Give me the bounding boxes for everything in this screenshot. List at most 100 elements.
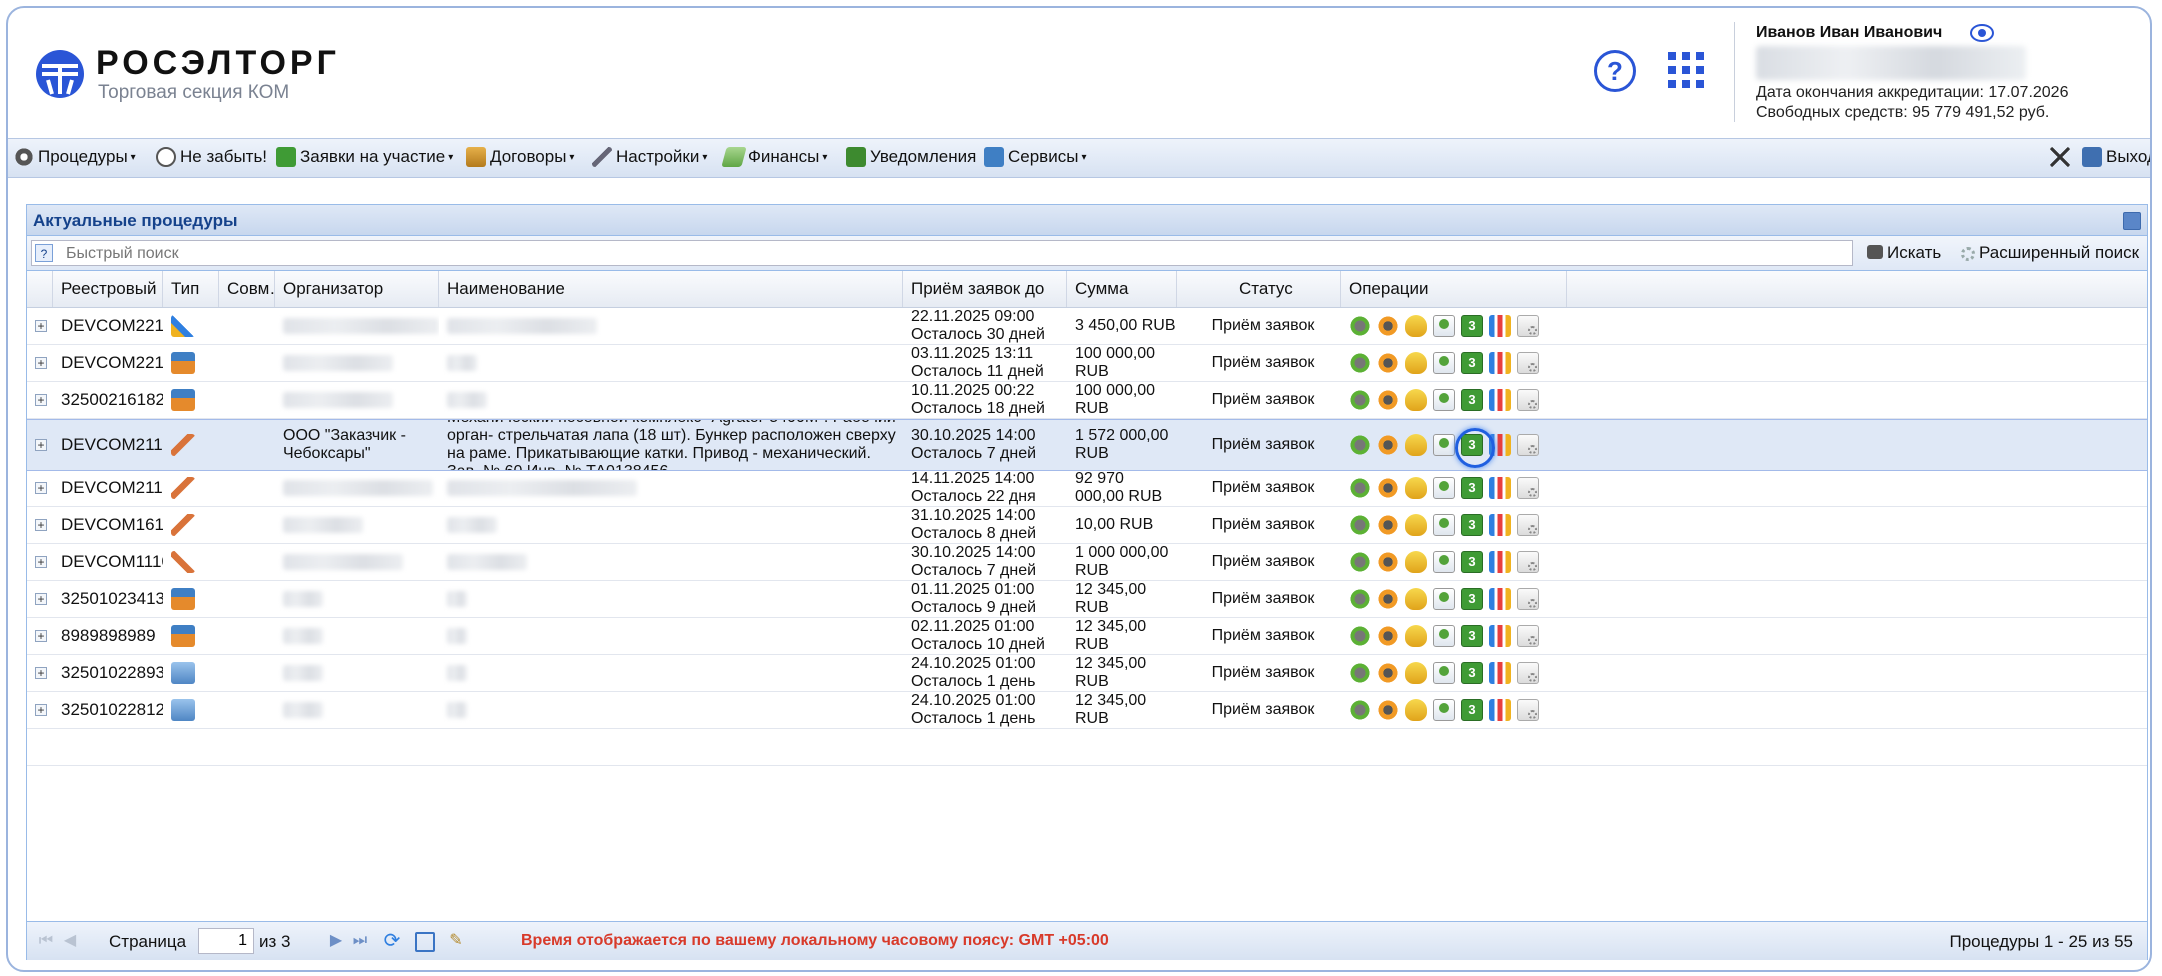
view-settings-icon[interactable]: [1349, 699, 1371, 721]
manage-icon[interactable]: [1377, 477, 1399, 499]
help-button[interactable]: ?: [1594, 50, 1636, 92]
search-button[interactable]: Искать: [1867, 243, 1941, 263]
menu-applications[interactable]: Заявки на участие ▾: [276, 147, 453, 167]
quick-search-input[interactable]: ? Быстрый поиск: [31, 240, 1853, 266]
view-settings-icon[interactable]: [1349, 662, 1371, 684]
view-settings-icon[interactable]: [1349, 625, 1371, 647]
apply-coins-icon[interactable]: [1405, 389, 1427, 411]
manage-icon[interactable]: [1377, 315, 1399, 337]
menu-procedures[interactable]: Процедуры ▾: [14, 147, 136, 167]
apply-coins-icon[interactable]: [1405, 662, 1427, 684]
statistics-icon[interactable]: [1489, 662, 1511, 684]
expand-row-icon[interactable]: +: [35, 556, 47, 568]
print-settings-icon[interactable]: [1517, 588, 1539, 610]
manage-icon[interactable]: [1377, 625, 1399, 647]
view-settings-icon[interactable]: [1349, 315, 1371, 337]
menu-contracts[interactable]: Договоры ▾: [466, 147, 574, 167]
next-page-icon[interactable]: ▶: [327, 932, 345, 950]
statistics-icon[interactable]: [1489, 588, 1511, 610]
manage-icon[interactable]: [1377, 514, 1399, 536]
brush-icon[interactable]: ✎: [447, 932, 465, 950]
manage-icon[interactable]: [1377, 551, 1399, 573]
application-doc-icon[interactable]: 3: [1461, 514, 1483, 536]
apps-grid-button[interactable]: [1668, 52, 1704, 88]
col-name[interactable]: Наименование: [439, 271, 903, 307]
application-doc-icon[interactable]: 3: [1461, 389, 1483, 411]
application-doc-icon[interactable]: 3: [1461, 477, 1483, 499]
view-settings-icon[interactable]: [1349, 551, 1371, 573]
print-settings-icon[interactable]: [1517, 514, 1539, 536]
view-settings-icon[interactable]: [1349, 477, 1371, 499]
col-joint[interactable]: Совм…: [219, 271, 275, 307]
manage-icon[interactable]: [1377, 699, 1399, 721]
expand-row-icon[interactable]: +: [35, 357, 47, 369]
apply-coins-icon[interactable]: [1405, 551, 1427, 573]
view-settings-icon[interactable]: [1349, 434, 1371, 456]
table-row[interactable]: + DEVCOM22102… 03.11.2025 13:11Осталось 11…: [27, 345, 2147, 382]
manage-icon[interactable]: [1377, 588, 1399, 610]
apply-coins-icon[interactable]: [1405, 588, 1427, 610]
last-page-icon[interactable]: ⏭: [351, 932, 369, 950]
table-row[interactable]: + DEVCOM22102… 22.11.2025 09:00Осталось 30…: [27, 308, 2147, 345]
table-row[interactable]: + DEVCOM11102… 30.10.2025 14:00Осталось 7 …: [27, 544, 2147, 581]
envelope-icon[interactable]: [1433, 315, 1455, 337]
table-row[interactable]: + DEVCOM16102… 31.10.2025 14:00Осталось 8 …: [27, 507, 2147, 544]
manage-icon[interactable]: [1377, 662, 1399, 684]
statistics-icon[interactable]: [1489, 699, 1511, 721]
statistics-icon[interactable]: [1489, 514, 1511, 536]
print-settings-icon[interactable]: [1517, 389, 1539, 411]
menu-settings[interactable]: Настройки ▾: [592, 147, 707, 167]
view-settings-icon[interactable]: [1349, 352, 1371, 374]
print-settings-icon[interactable]: [1517, 352, 1539, 374]
expand-row-icon[interactable]: +: [35, 593, 47, 605]
statistics-icon[interactable]: [1489, 625, 1511, 647]
envelope-icon[interactable]: [1433, 588, 1455, 610]
view-settings-icon[interactable]: [1349, 588, 1371, 610]
statistics-icon[interactable]: [1489, 352, 1511, 374]
menu-finance[interactable]: Финансы ▾: [721, 147, 827, 167]
table-row[interactable]: [27, 729, 2147, 766]
view-settings-icon[interactable]: [1349, 389, 1371, 411]
application-doc-icon[interactable]: 3: [1461, 588, 1483, 610]
col-status[interactable]: Статус: [1177, 271, 1341, 307]
expand-row-icon[interactable]: +: [35, 519, 47, 531]
apply-coins-icon[interactable]: [1405, 315, 1427, 337]
envelope-icon[interactable]: [1433, 352, 1455, 374]
apply-coins-icon[interactable]: [1405, 625, 1427, 647]
statistics-icon[interactable]: [1489, 389, 1511, 411]
col-type[interactable]: Тип: [163, 271, 219, 307]
table-row[interactable]: +8989898989 02.11.2025 01:00 Осталось 10 д…: [27, 618, 2147, 655]
collapse-button[interactable]: [2050, 147, 2074, 167]
eye-icon[interactable]: [1970, 24, 1994, 42]
advanced-search-button[interactable]: Расширенный поиск: [1961, 243, 2139, 263]
print-settings-icon[interactable]: [1517, 625, 1539, 647]
envelope-icon[interactable]: [1433, 699, 1455, 721]
prev-page-icon[interactable]: ◀: [61, 932, 79, 950]
application-doc-icon[interactable]: 3: [1461, 625, 1483, 647]
table-row[interactable]: +32501022893 24.10.2025 01:00 Осталось 1 д…: [27, 655, 2147, 692]
expand-row-icon[interactable]: +: [35, 704, 47, 716]
apply-coins-icon[interactable]: [1405, 514, 1427, 536]
first-page-icon[interactable]: ⏮: [37, 932, 55, 950]
menu-services[interactable]: Сервисы ▾: [984, 147, 1086, 167]
manage-icon[interactable]: [1377, 389, 1399, 411]
question-icon[interactable]: ?: [35, 244, 53, 262]
view-settings-icon[interactable]: [1349, 514, 1371, 536]
envelope-icon[interactable]: [1433, 434, 1455, 456]
expand-row-icon[interactable]: +: [35, 320, 47, 332]
apply-coins-icon[interactable]: [1405, 434, 1427, 456]
statistics-icon[interactable]: [1489, 477, 1511, 499]
table-row[interactable]: +32501023413 01.11.2025 01:00 Осталось 9 д…: [27, 581, 2147, 618]
envelope-icon[interactable]: [1433, 477, 1455, 499]
table-row[interactable]: + DEVCOM21102… ООО "Заказчик - Чебоксары" М…: [27, 419, 2147, 471]
statistics-icon[interactable]: [1489, 551, 1511, 573]
apply-coins-icon[interactable]: [1405, 352, 1427, 374]
envelope-icon[interactable]: [1433, 625, 1455, 647]
application-doc-icon[interactable]: 3: [1461, 551, 1483, 573]
application-doc-icon[interactable]: 3: [1461, 662, 1483, 684]
print-settings-icon[interactable]: [1517, 434, 1539, 456]
expand-row-icon[interactable]: +: [35, 630, 47, 642]
application-doc-icon[interactable]: 3: [1461, 699, 1483, 721]
statistics-icon[interactable]: [1489, 315, 1511, 337]
envelope-icon[interactable]: [1433, 551, 1455, 573]
